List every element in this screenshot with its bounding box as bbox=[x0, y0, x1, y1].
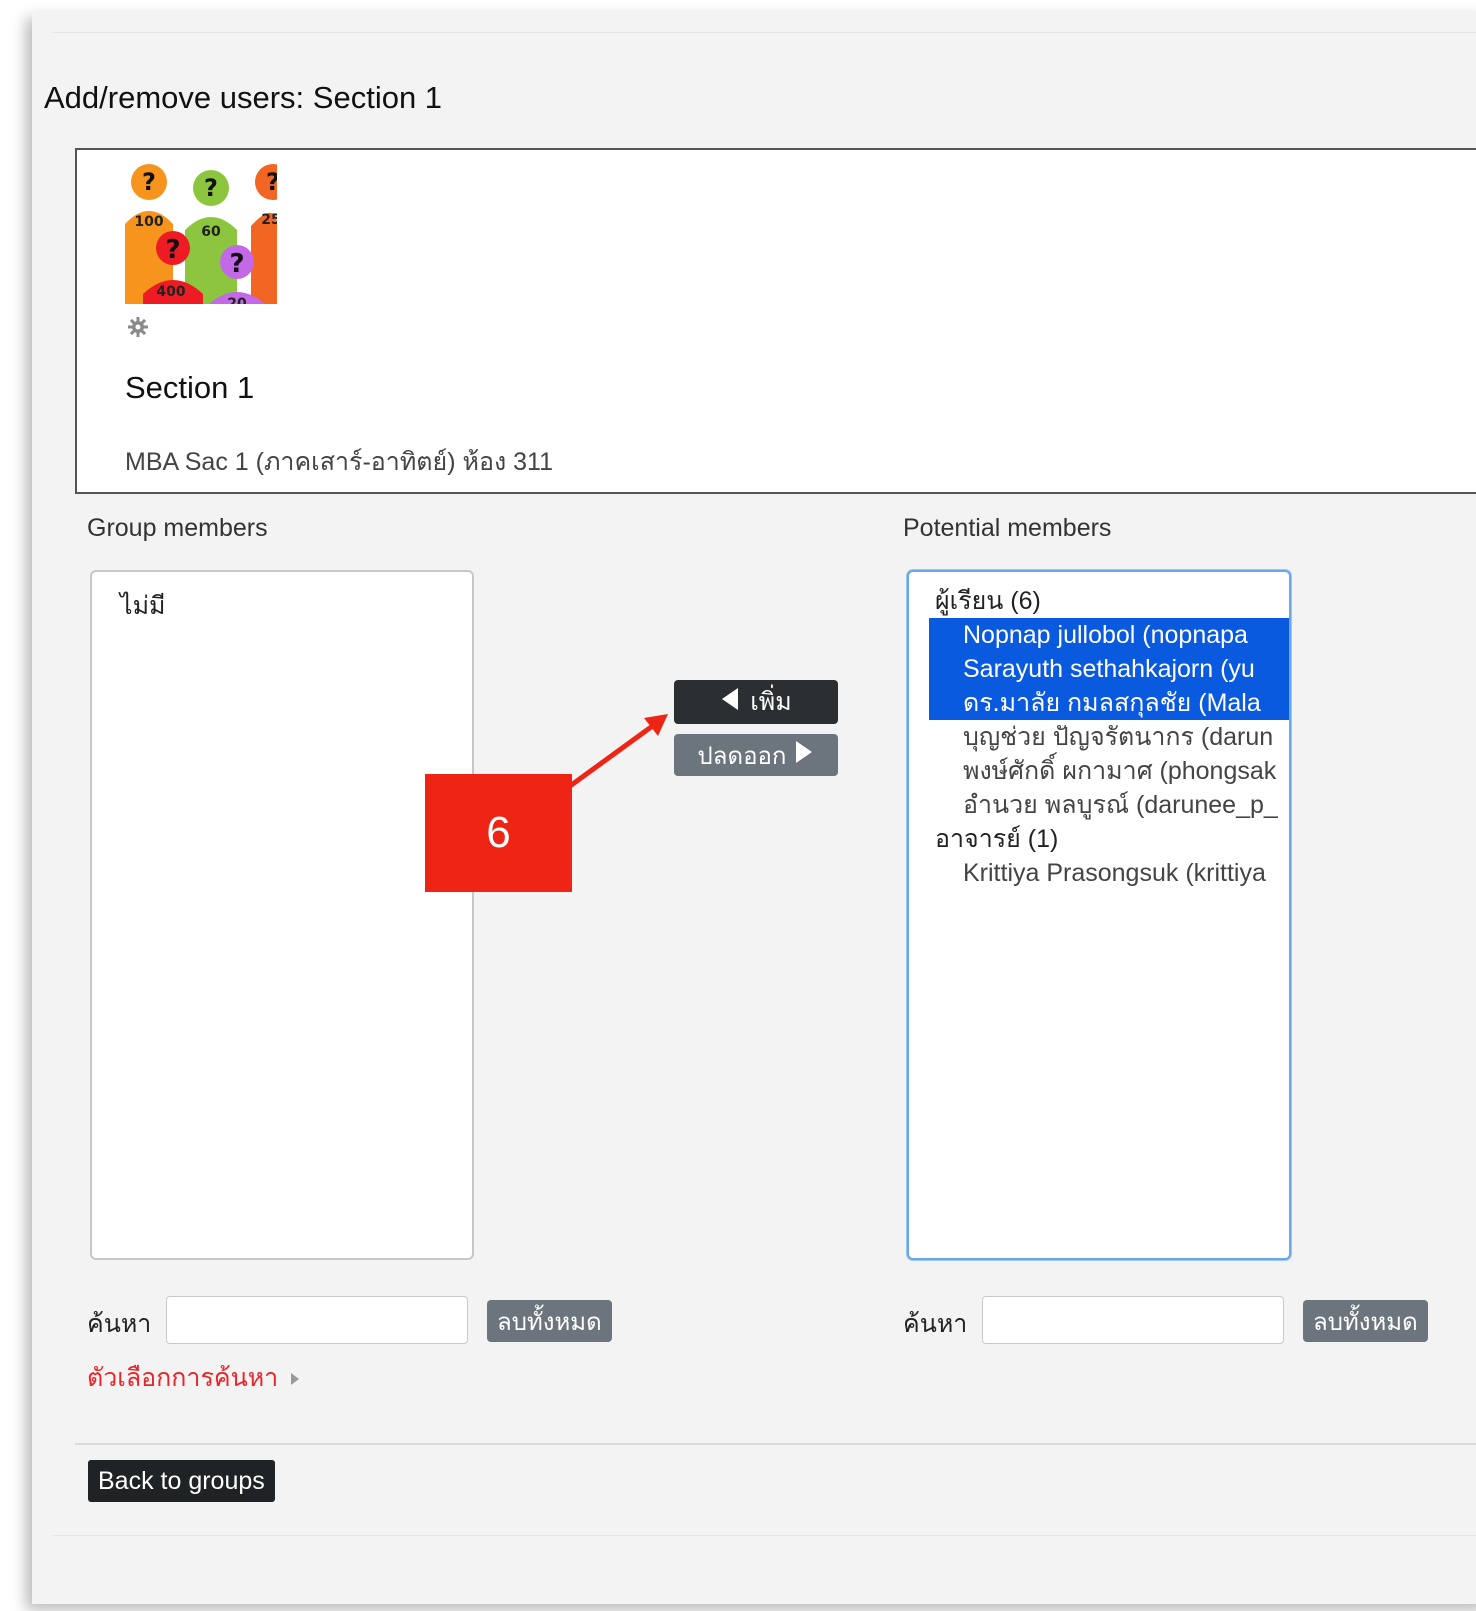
group-members-label: Group members bbox=[87, 514, 268, 542]
svg-text:?: ? bbox=[142, 168, 156, 196]
picture-label-25: 25 bbox=[261, 212, 277, 228]
step-callout: 6 bbox=[425, 774, 572, 892]
list-item[interactable]: พงษ์ศักดิ์ ผกามาศ (phongsak bbox=[929, 754, 1289, 788]
group-card: ? ? ? ? ? 100 60 25 400 20 bbox=[75, 148, 1476, 494]
svg-text:?: ? bbox=[266, 168, 277, 196]
svg-text:?: ? bbox=[229, 249, 244, 279]
search-input-left[interactable] bbox=[166, 1296, 468, 1344]
caret-right-icon bbox=[290, 1364, 300, 1393]
list-item[interactable]: Sarayuth sethahkajorn (yu bbox=[929, 652, 1289, 686]
group-members-listbox[interactable]: ไม่มี bbox=[90, 570, 474, 1260]
list-item[interactable]: Krittiya Prasongsuk (krittiya bbox=[929, 856, 1289, 890]
clear-button-right[interactable]: ลบทั้งหมด bbox=[1303, 1300, 1428, 1342]
page-title: Add/remove users: Section 1 bbox=[44, 80, 443, 115]
picture-label-60: 60 bbox=[201, 224, 221, 240]
caret-left-icon bbox=[720, 687, 740, 717]
picture-label-20: 20 bbox=[227, 296, 247, 304]
remove-button-label: ปลดออก bbox=[697, 742, 787, 770]
caret-right-icon bbox=[794, 740, 814, 770]
clear-button-left[interactable]: ลบทั้งหมด bbox=[487, 1300, 612, 1342]
potential-members-listbox[interactable]: ผู้เรียน (6) Nopnap jullobol (nopnapa Sa… bbox=[907, 570, 1291, 1260]
divider bbox=[52, 1535, 1476, 1536]
list-item[interactable]: ดร.มาลัย กมลสกุลชัย (Mala bbox=[929, 686, 1289, 720]
list-item[interactable]: บุญช่วย ปัญจรัตนากร (darun bbox=[929, 720, 1289, 754]
group-description: MBA Sac 1 (ภาคเสาร์-อาทิตย์) ห้อง 311 bbox=[125, 448, 553, 476]
optgroup-students: ผู้เรียน (6) bbox=[935, 587, 1041, 615]
search-options-link[interactable]: ตัวเลือกการค้นหา bbox=[87, 1358, 300, 1398]
back-to-groups-button[interactable]: Back to groups bbox=[88, 1460, 275, 1502]
potential-members-label: Potential members bbox=[903, 514, 1112, 542]
picture-label-100: 100 bbox=[134, 214, 163, 230]
add-button[interactable]: เพิ่ม bbox=[674, 680, 838, 724]
callout-arrow-icon bbox=[568, 714, 668, 789]
group-name: Section 1 bbox=[125, 370, 255, 405]
search-label-left: ค้นหา bbox=[87, 1310, 152, 1338]
add-button-label: เพิ่ม bbox=[750, 688, 792, 716]
divider bbox=[75, 1443, 1476, 1445]
picture-label-400: 400 bbox=[156, 284, 185, 300]
svg-text:?: ? bbox=[165, 235, 180, 265]
search-label-right: ค้นหา bbox=[903, 1310, 968, 1338]
svg-text:?: ? bbox=[204, 174, 218, 202]
remove-button[interactable]: ปลดออก bbox=[674, 734, 838, 776]
gear-icon[interactable] bbox=[127, 316, 149, 338]
list-item: ไม่มี bbox=[120, 592, 166, 620]
optgroup-teachers: อาจารย์ (1) bbox=[935, 825, 1059, 853]
search-input-right[interactable] bbox=[982, 1296, 1284, 1344]
group-picture: ? ? ? ? ? 100 60 25 400 20 bbox=[125, 162, 277, 304]
search-options-label: ตัวเลือกการค้นหา bbox=[87, 1364, 279, 1392]
list-item[interactable]: Nopnap jullobol (nopnapa bbox=[929, 618, 1289, 652]
list-item[interactable]: อำนวย พลบูรณ์ (darunee_p_ bbox=[929, 788, 1289, 822]
